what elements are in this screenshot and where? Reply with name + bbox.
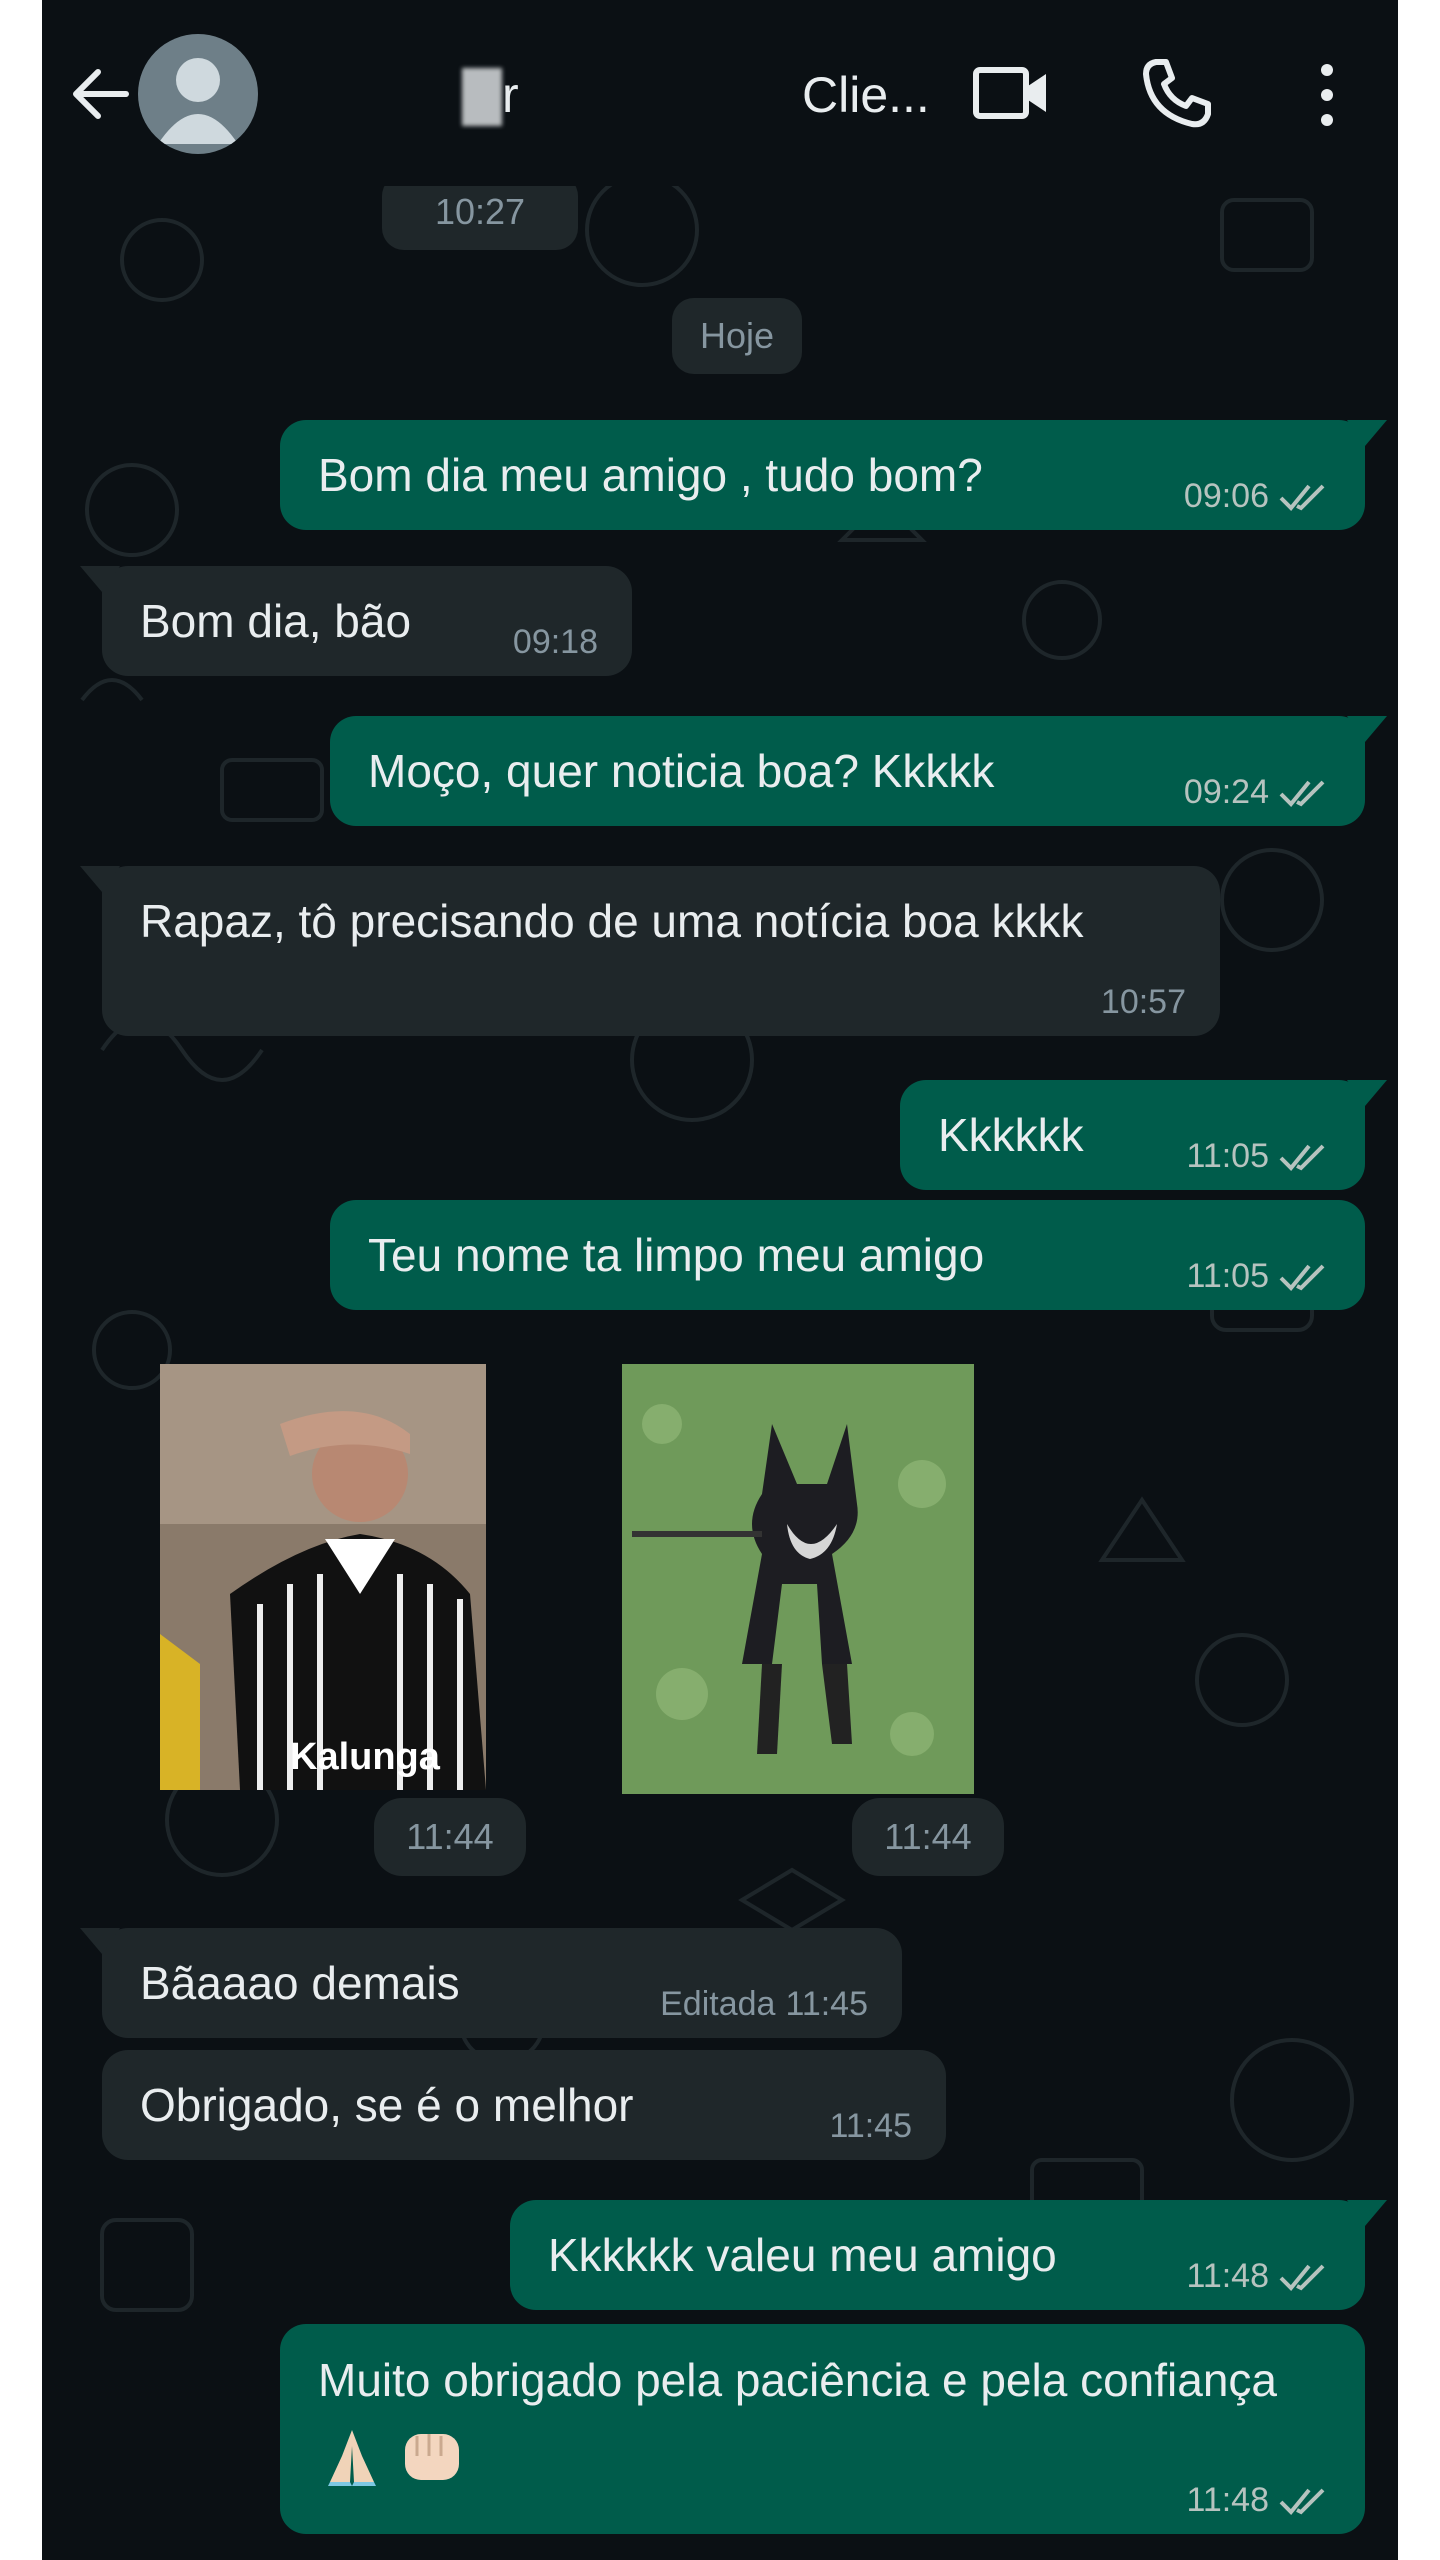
sticker-time: 11:44 [852,1798,1004,1876]
message-text: Bãaaao demais [140,1957,460,2009]
message-meta: 11:48 [1186,2481,1331,2520]
redacted-name-part [462,68,502,126]
phone-icon[interactable] [1138,56,1214,132]
double-check-icon [1279,2488,1325,2515]
message-incoming[interactable]: Obrigado, se é o melhor 11:45 [102,2050,946,2160]
double-check-icon [1279,2264,1325,2291]
message-time: 11:48 [1186,2257,1269,2295]
dog-running-sticker[interactable] [622,1364,974,1794]
double-check-icon [1279,780,1325,807]
message-time: 09:18 [512,623,598,661]
message-time: 11:48 [1186,2481,1269,2519]
fist-bump-emoji [404,2433,459,2480]
message-text: Obrigado, se é o melhor [140,2079,634,2131]
message-outgoing[interactable]: Moço, quer noticia boa? Kkkkk 09:24 [330,716,1387,826]
message-time: 11:45 [785,1985,868,2023]
date-divider: Hoje [672,298,802,374]
message-text: Muito obrigado pela paciência e pela con… [318,2354,1277,2406]
message-time: 11:05 [1186,1137,1269,1175]
chat-header: r Clie... [42,0,1398,186]
message-outgoing[interactable]: Teu nome ta limpo meu amigo 11:05 [330,1200,1365,1310]
message-meta: 09:18 [513,623,598,662]
message-meta: 09:06 [1184,477,1331,516]
message-text-container: Muito obrigado pela paciência e pela con… [318,2344,1298,2488]
video-camera-icon[interactable] [972,58,1052,128]
message-text: Bom dia meu amigo , tudo bom? [318,449,983,501]
message-meta: 11:45 [829,2107,912,2146]
double-check-icon [1279,1264,1325,1291]
message-time: 11:05 [1186,1257,1269,1295]
redacted-name-part [542,68,812,126]
message-text: Kkkkkk valeu meu amigo [548,2229,1057,2281]
message-incoming[interactable]: Bãaaao demais Editada 11:45 [80,1928,902,2038]
message-text: Teu nome ta limpo meu amigo [368,1229,985,1281]
bubble-tail [1347,420,1387,446]
message-time: 10:57 [1100,983,1186,1021]
bubble-tail [80,1928,120,1954]
man-saluting-sticker[interactable]: Kalunga [160,1364,486,1790]
bubble-tail [1347,1080,1387,1106]
message-time: 09:06 [1183,477,1269,515]
more-vertical-icon[interactable] [1312,60,1342,130]
message-meta: Editada 11:45 [660,1985,868,2024]
bubble-tail [1347,2200,1387,2226]
sticker-jersey-text: Kalunga [290,1736,441,1778]
arrow-left-icon[interactable] [66,60,134,128]
sticker-time: 11:44 [374,1798,526,1876]
message-text: Kkkkkk [938,1109,1084,1161]
bubble-tail [80,566,120,592]
message-meta: 11:48 [1186,2257,1331,2296]
message-meta: 11:05 [1186,1257,1331,1296]
message-outgoing[interactable]: Kkkkkk valeu meu amigo 11:48 [510,2200,1387,2310]
message-meta: 09:24 [1184,773,1331,812]
bubble-tail [80,866,120,892]
contact-name[interactable]: r Clie... [422,60,952,130]
double-check-icon [1279,1144,1325,1171]
bubble-tail [1347,716,1387,742]
message-text: Bom dia, bão [140,595,412,647]
message-incoming[interactable]: Bom dia, bão 09:18 [80,566,632,676]
message-outgoing[interactable]: Kkkkkk 11:05 [900,1080,1387,1190]
message-time: 09:24 [1183,773,1269,811]
message-time: 11:45 [829,2107,912,2145]
message-incoming[interactable]: Rapaz, tô precisando de uma notícia boa … [80,866,1220,1036]
contact-name-suffix: Clie... [802,67,930,123]
contact-name-fragment: r [502,67,519,123]
message-outgoing[interactable]: Muito obrigado pela paciência e pela con… [280,2324,1365,2534]
message-text: Rapaz, tô precisando de uma notícia boa … [140,895,1084,947]
folded-hands-emoji [328,2429,376,2486]
double-check-icon [1279,484,1325,511]
message-outgoing[interactable]: Bom dia meu amigo , tudo bom? 09:06 [280,420,1387,530]
message-text: Moço, quer noticia boa? Kkkkk [368,745,995,797]
message-meta: 11:05 [1186,1137,1331,1176]
avatar[interactable] [138,34,258,154]
chat-screen: r Clie... 10:27 Hoje Bom dia meu amigo ,… [42,0,1398,2560]
default-avatar-icon [158,58,238,144]
message-meta: 10:57 [1101,983,1186,1022]
edited-label: Editada [660,1985,776,2023]
